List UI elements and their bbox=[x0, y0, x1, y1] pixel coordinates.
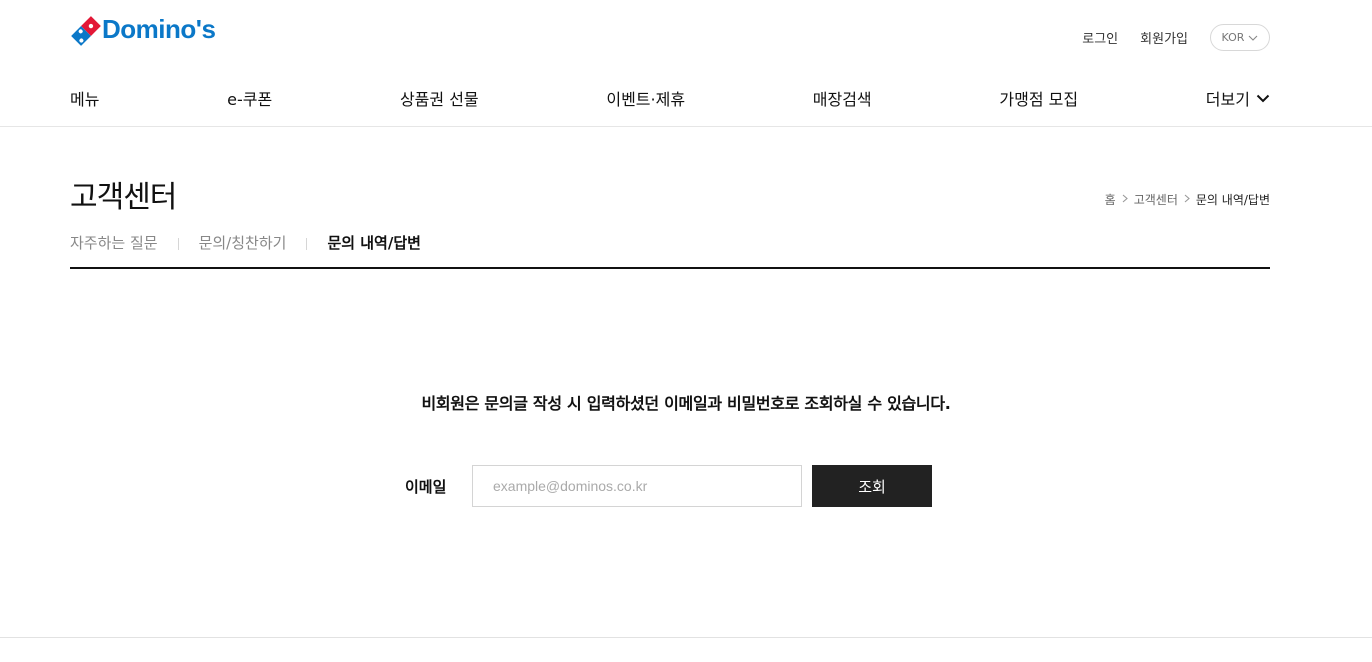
chevron-right-icon bbox=[1122, 193, 1128, 206]
page-title: 고객센터 bbox=[70, 180, 177, 215]
chevron-right-icon bbox=[1184, 193, 1190, 206]
utility-nav: 로그인 회원가입 KOR bbox=[1082, 24, 1270, 51]
tab-inquiry[interactable]: 문의/칭찬하기 bbox=[199, 232, 287, 254]
sub-tabs: 자주하는 질문 문의/칭찬하기 문의 내역/답변 bbox=[70, 232, 1270, 269]
nav-item-franchise[interactable]: 가맹점 모집 bbox=[999, 86, 1078, 110]
dominos-logo[interactable]: Domino's bbox=[70, 14, 216, 46]
header-divider bbox=[0, 126, 1372, 127]
email-input[interactable] bbox=[472, 465, 802, 507]
signup-link[interactable]: 회원가입 bbox=[1140, 28, 1188, 47]
breadcrumb-home[interactable]: 홈 bbox=[1105, 191, 1116, 208]
breadcrumb-customer-center[interactable]: 고객센터 bbox=[1134, 191, 1178, 208]
breadcrumb: 홈 고객센터 문의 내역/답변 bbox=[1105, 191, 1270, 208]
tab-divider bbox=[177, 238, 179, 250]
chevron-down-icon bbox=[1249, 35, 1258, 41]
nav-item-store-search[interactable]: 매장검색 bbox=[813, 86, 872, 110]
breadcrumb-current: 문의 내역/답변 bbox=[1195, 193, 1270, 207]
tab-faq[interactable]: 자주하는 질문 bbox=[70, 232, 158, 254]
email-label: 이메일 bbox=[405, 477, 447, 496]
footer-divider bbox=[0, 637, 1372, 638]
login-link[interactable]: 로그인 bbox=[1082, 28, 1118, 47]
logo-wordmark: Domino's bbox=[102, 14, 216, 44]
language-select[interactable]: KOR bbox=[1210, 24, 1270, 51]
nav-item-event[interactable]: 이벤트·제휴 bbox=[606, 86, 685, 110]
header: Domino's 로그인 회원가입 KOR bbox=[70, 0, 1270, 72]
lookup-button[interactable]: 조회 bbox=[812, 465, 932, 507]
chevron-down-icon bbox=[1256, 94, 1270, 102]
nav-item-more[interactable]: 더보기 bbox=[1206, 86, 1270, 110]
main-nav: 메뉴 e-쿠폰 상품권 선물 이벤트·제휴 매장검색 가맹점 모집 더보기 bbox=[70, 84, 1270, 112]
guest-lookup-notice: 비회원은 문의글 작성 시 입력하셨던 이메일과 비밀번호로 조회하실 수 있습… bbox=[421, 394, 951, 413]
nav-more-label: 더보기 bbox=[1205, 90, 1250, 109]
lookup-form: 이메일 조회 bbox=[405, 465, 932, 507]
nav-item-gift-card[interactable]: 상품권 선물 bbox=[400, 86, 479, 110]
nav-item-ecoupon[interactable]: e-쿠폰 bbox=[227, 86, 272, 110]
tab-inquiry-history[interactable]: 문의 내역/답변 bbox=[327, 232, 421, 254]
domino-tile-icon bbox=[70, 15, 101, 46]
nav-item-menu[interactable]: 메뉴 bbox=[70, 86, 99, 110]
tab-divider bbox=[306, 238, 308, 250]
language-label: KOR bbox=[1221, 31, 1245, 44]
